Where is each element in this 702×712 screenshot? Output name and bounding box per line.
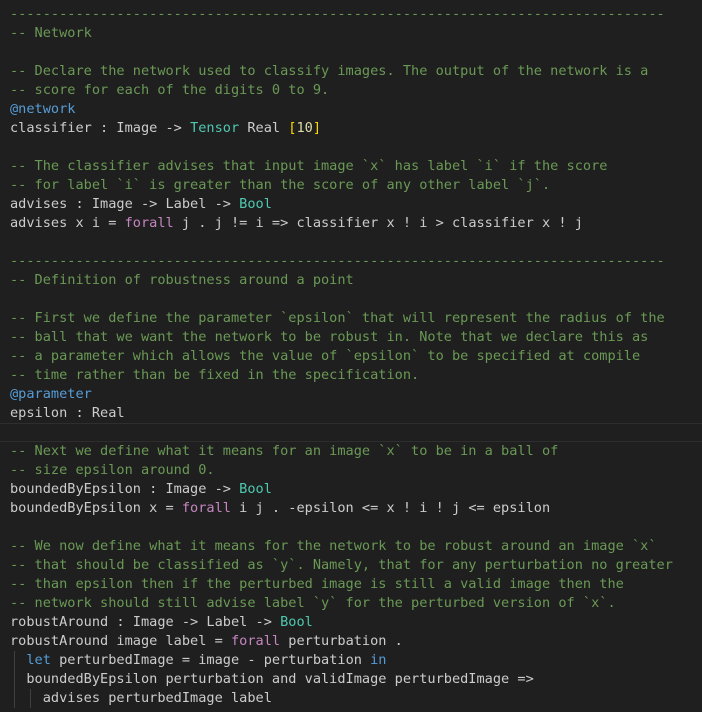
code-line[interactable]: epsilon : Real <box>10 404 125 423</box>
code-line[interactable]: advises x i = forall j . j != i => class… <box>10 214 583 233</box>
code-token: -- First we define the parameter `epsilo… <box>10 310 665 326</box>
code-token: advises : Image -> Label -> <box>10 196 240 212</box>
code-line[interactable]: -- network should still advise label `y`… <box>10 594 616 613</box>
code-token: -- We now define what it means for the n… <box>10 538 657 554</box>
code-token: Real <box>239 120 289 136</box>
code-token: perturbedImage = image - perturbation <box>50 652 371 668</box>
code-token: -- that should be classified as `y`. Nam… <box>10 557 673 573</box>
code-token: -- ball that we want the network to be r… <box>10 329 649 345</box>
code-line[interactable]: -- ball that we want the network to be r… <box>10 328 648 347</box>
code-token: forall <box>181 500 231 516</box>
code-line[interactable]: -- Definition of robustness around a poi… <box>10 271 354 290</box>
code-token: in <box>370 652 387 668</box>
code-token: Bool <box>280 614 313 630</box>
code-line[interactable]: -- size epsilon around 0. <box>10 461 215 480</box>
code-token: perturbation . <box>280 633 403 649</box>
code-token: -- size epsilon around 0. <box>10 462 215 478</box>
code-line[interactable]: -- for label `i` is greater than the sco… <box>10 176 550 195</box>
code-line[interactable]: -- We now define what it means for the n… <box>10 537 657 556</box>
code-line[interactable]: robustAround : Image -> Label -> Bool <box>10 613 313 632</box>
code-token: j . j != i => classifier x ! i > classif… <box>173 215 583 231</box>
code-line[interactable]: boundedByEpsilon : Image -> Bool <box>10 480 272 499</box>
code-token: robustAround image label = <box>10 633 231 649</box>
code-line[interactable]: -- Declare the network used to classify … <box>10 62 648 81</box>
current-code-line[interactable] <box>0 423 702 442</box>
code-token: ] <box>312 120 322 136</box>
code-line[interactable]: robustAround image label = forall pertur… <box>10 632 403 651</box>
code-token: forall <box>230 633 281 649</box>
code-token: classifier : Image -> <box>10 120 191 136</box>
code-token: -- a parameter which allows the value of… <box>10 348 641 364</box>
code-token: -- network should still advise label `y`… <box>10 595 616 611</box>
code-token: -- time rather than be fixed in the spec… <box>10 367 420 383</box>
code-line[interactable]: boundedByEpsilon x = forall i j . -epsil… <box>10 499 550 518</box>
code-line[interactable]: -- The classifier advises that input ima… <box>10 157 607 176</box>
code-token: -- score for each of the digits 0 to 9. <box>10 82 330 98</box>
code-token: boundedByEpsilon x = <box>10 500 182 516</box>
code-line[interactable]: -- time rather than be fixed in the spec… <box>10 366 419 385</box>
code-line[interactable]: @parameter <box>10 385 92 404</box>
code-token: ----------------------------------------… <box>10 6 665 22</box>
code-token: -- Next we define what it means for an i… <box>10 443 559 459</box>
code-token: @network <box>10 101 76 117</box>
code-token: robustAround : Image -> Label -> <box>10 614 281 630</box>
code-line[interactable]: -- a parameter which allows the value of… <box>10 347 640 366</box>
code-line[interactable]: -- that should be classified as `y`. Nam… <box>10 556 673 575</box>
code-token: epsilon : Real <box>10 405 125 421</box>
code-token: advises perturbedImage label <box>10 690 272 706</box>
code-token: Bool <box>239 481 272 497</box>
code-line[interactable]: advises perturbedImage label <box>10 689 272 708</box>
code-token: -- The classifier advises that input ima… <box>10 158 608 174</box>
code-line[interactable]: -- score for each of the digits 0 to 9. <box>10 81 329 100</box>
code-line[interactable]: ----------------------------------------… <box>10 5 665 24</box>
code-token: -- Declare the network used to classify … <box>10 63 649 79</box>
code-line[interactable]: ----------------------------------------… <box>10 252 665 271</box>
code-token: Bool <box>239 196 272 212</box>
code-token: -- Definition of robustness around a poi… <box>10 272 354 288</box>
code-token: 10 <box>296 120 313 136</box>
code-token: i j . -epsilon <= x ! i ! j <= epsilon <box>230 500 551 516</box>
code-line[interactable]: boundedByEpsilon perturbation and validI… <box>10 670 534 689</box>
code-token: -- for label `i` is greater than the sco… <box>10 177 551 193</box>
code-token: boundedByEpsilon : Image -> <box>10 481 240 497</box>
code-token: forall <box>124 215 174 231</box>
code-line[interactable]: @network <box>10 100 75 119</box>
code-line[interactable]: -- Network <box>10 24 92 43</box>
code-token: -- than epsilon then if the perturbed im… <box>10 576 624 592</box>
indent-guide <box>30 689 31 708</box>
code-token: let <box>26 652 51 668</box>
code-line[interactable]: let perturbedImage = image - perturbatio… <box>10 651 387 670</box>
code-token: Tensor <box>190 120 240 136</box>
code-token: ----------------------------------------… <box>10 253 665 269</box>
code-token: @parameter <box>10 386 92 402</box>
code-line[interactable]: -- than epsilon then if the perturbed im… <box>10 575 624 594</box>
indent-guide <box>14 651 15 708</box>
code-line[interactable]: classifier : Image -> Tensor Real [10] <box>10 119 321 138</box>
code-line[interactable]: advises : Image -> Label -> Bool <box>10 195 272 214</box>
code-editor[interactable]: ----------------------------------------… <box>0 0 702 712</box>
code-token: boundedByEpsilon perturbation and validI… <box>10 671 534 687</box>
code-line[interactable]: -- Next we define what it means for an i… <box>10 442 558 461</box>
code-token: -- Network <box>10 25 92 41</box>
code-line[interactable]: -- First we define the parameter `epsilo… <box>10 309 665 328</box>
code-token: advises x i = <box>10 215 125 231</box>
